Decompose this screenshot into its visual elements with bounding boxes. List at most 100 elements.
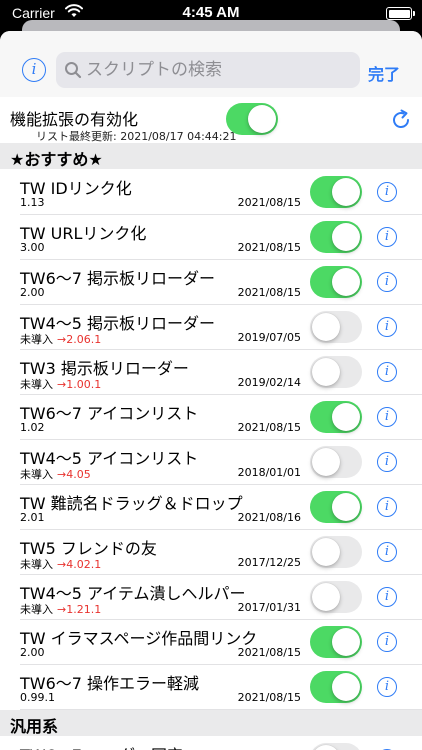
info-icon[interactable]: i bbox=[377, 362, 397, 382]
script-toggle[interactable] bbox=[310, 266, 362, 298]
script-row: TW6〜7 アイコンリスト 1.02 2021/08/15 i bbox=[0, 395, 422, 440]
refresh-icon[interactable] bbox=[389, 108, 413, 136]
section-title: ★おすすめ★ bbox=[10, 150, 103, 169]
script-name: TW イラマスページ作品間リンク bbox=[20, 629, 258, 648]
script-row: TW5 フレンドの友 未導入 →4.02.1 2017/12/25 i bbox=[0, 530, 422, 575]
script-date: 2021/08/15 bbox=[237, 241, 301, 254]
toggle-knob bbox=[332, 223, 360, 251]
script-toggle[interactable] bbox=[310, 356, 362, 388]
available-update: →4.02.1 bbox=[57, 558, 102, 571]
script-toggle[interactable] bbox=[310, 176, 362, 208]
script-row: TW4〜5 アイテム潰しヘルパー 未導入 →1.21.1 2017/01/31 i bbox=[0, 575, 422, 620]
info-icon[interactable]: i bbox=[377, 497, 397, 517]
script-version-line: 未導入 →2.06.1 bbox=[20, 331, 101, 347]
section-header: ★おすすめ★ bbox=[0, 143, 422, 169]
script-toggle[interactable] bbox=[310, 491, 362, 523]
script-version: 3.00 bbox=[20, 241, 45, 254]
section-header: 汎用系 bbox=[0, 710, 422, 736]
script-toggle[interactable] bbox=[310, 626, 362, 658]
info-icon[interactable]: i bbox=[377, 632, 397, 652]
script-version: 未導入 bbox=[20, 603, 53, 616]
info-icon[interactable]: i bbox=[377, 227, 397, 247]
script-version: 未導入 bbox=[20, 558, 53, 571]
script-row: TW URLリンク化 3.00 2021/08/15 i bbox=[0, 215, 422, 260]
script-date: 2018/01/01 bbox=[237, 466, 301, 479]
script-toggle[interactable] bbox=[310, 311, 362, 343]
script-version: 2.01 bbox=[20, 511, 45, 524]
script-version-line: 未導入 →1.00.1 bbox=[20, 376, 101, 392]
available-update: →1.00.1 bbox=[57, 378, 102, 391]
script-toggle[interactable] bbox=[310, 536, 362, 568]
script-date: 2021/08/15 bbox=[237, 196, 301, 209]
script-toggle[interactable] bbox=[310, 743, 362, 750]
info-icon[interactable]: i bbox=[377, 182, 397, 202]
script-toggle[interactable] bbox=[310, 401, 362, 433]
info-icon[interactable]: i bbox=[377, 272, 397, 292]
script-version-line: 未導入 →1.21.1 bbox=[20, 601, 101, 617]
script-sheet: i 完了 機能拡張の有効化 リスト最終更新: 2021/08/17 04:44:… bbox=[0, 31, 422, 750]
toggle-knob bbox=[312, 583, 340, 611]
script-date: 2017/01/31 bbox=[237, 601, 301, 614]
toggle-knob bbox=[332, 673, 360, 701]
script-date: 2017/12/25 bbox=[237, 556, 301, 569]
script-date: 2019/02/14 bbox=[237, 376, 301, 389]
available-update: →1.21.1 bbox=[57, 603, 102, 616]
script-version: 未導入 bbox=[20, 378, 53, 391]
search-input[interactable] bbox=[86, 52, 352, 88]
search-icon bbox=[64, 61, 82, 83]
script-row: TW4〜5 アイコンリスト 未導入 →4.05 2018/01/01 i bbox=[0, 440, 422, 485]
info-icon[interactable]: i bbox=[377, 452, 397, 472]
script-version: 1.13 bbox=[20, 196, 45, 209]
script-name: TW6〜7 アイコンリスト bbox=[20, 404, 199, 423]
script-version-line: 2.01 bbox=[20, 511, 45, 524]
enable-extension-label: 機能拡張の有効化 bbox=[10, 110, 139, 129]
toggle-knob bbox=[312, 448, 340, 476]
info-icon[interactable]: i bbox=[377, 407, 397, 427]
script-name: TW6〜7 ヘッダー固定 bbox=[20, 742, 183, 750]
script-row: TW3 掲示板リローダー 未導入 →1.00.1 2019/02/14 i bbox=[0, 350, 422, 395]
script-version: 0.99.1 bbox=[20, 691, 55, 704]
script-version-line: 1.13 bbox=[20, 196, 45, 209]
enable-extension-toggle[interactable] bbox=[226, 103, 278, 135]
script-date: 2021/08/15 bbox=[237, 421, 301, 434]
toggle-knob bbox=[248, 105, 276, 133]
done-button[interactable]: 完了 bbox=[368, 61, 400, 85]
script-version-line: 未導入 →4.02.1 bbox=[20, 556, 101, 572]
script-toggle[interactable] bbox=[310, 671, 362, 703]
script-version-line: 2.00 bbox=[20, 646, 45, 659]
info-icon[interactable]: i bbox=[377, 542, 397, 562]
script-version-line: 1.02 bbox=[20, 421, 45, 434]
script-version-line: 未導入 →4.05 bbox=[20, 466, 91, 482]
info-icon[interactable]: i bbox=[22, 58, 46, 82]
script-toggle[interactable] bbox=[310, 446, 362, 478]
script-name: TW6〜7 掲示板リローダー bbox=[20, 269, 216, 288]
toggle-knob bbox=[332, 628, 360, 656]
script-date: 2021/08/15 bbox=[237, 646, 301, 659]
script-version-line: 0.99.1 bbox=[20, 691, 55, 704]
script-row: TW6〜7 掲示板リローダー 2.00 2021/08/15 i bbox=[0, 260, 422, 305]
script-version: 未導入 bbox=[20, 468, 53, 481]
script-version-line: 3.00 bbox=[20, 241, 45, 254]
toggle-knob bbox=[312, 745, 340, 750]
script-version: 1.02 bbox=[20, 421, 45, 434]
script-toggle[interactable] bbox=[310, 221, 362, 253]
toggle-knob bbox=[312, 313, 340, 341]
script-row: TW6〜7 ヘッダー固定i bbox=[0, 737, 422, 750]
script-version-line: 2.00 bbox=[20, 286, 45, 299]
script-row: TW4〜5 掲示板リローダー 未導入 →2.06.1 2019/07/05 i bbox=[0, 305, 422, 350]
info-icon[interactable]: i bbox=[377, 677, 397, 697]
toggle-knob bbox=[332, 268, 360, 296]
info-icon[interactable]: i bbox=[377, 587, 397, 607]
script-version: 2.00 bbox=[20, 646, 45, 659]
available-update: →4.05 bbox=[57, 468, 91, 481]
toggle-knob bbox=[332, 493, 360, 521]
info-icon[interactable]: i bbox=[377, 317, 397, 337]
enable-extension-row: 機能拡張の有効化 リスト最終更新: 2021/08/17 04:44:21 bbox=[0, 97, 422, 143]
script-date: 2021/08/15 bbox=[237, 691, 301, 704]
script-toggle[interactable] bbox=[310, 581, 362, 613]
search-bar[interactable] bbox=[56, 52, 360, 88]
toggle-knob bbox=[332, 178, 360, 206]
navigation-bar: i 完了 bbox=[0, 31, 422, 98]
section-title: 汎用系 bbox=[10, 717, 59, 736]
script-version: 未導入 bbox=[20, 333, 53, 346]
